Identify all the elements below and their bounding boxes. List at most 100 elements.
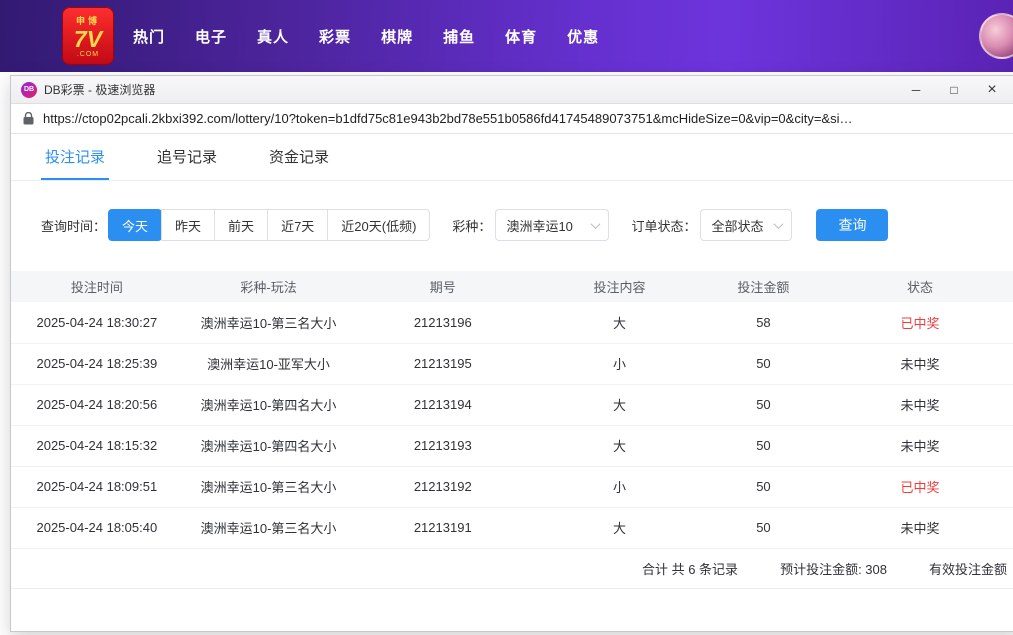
tab-bar: 投注记录 追号记录 资金记录 xyxy=(11,134,1013,181)
cell-time: 2025-04-24 18:05:40 xyxy=(11,507,183,548)
cell-content: 小 xyxy=(531,343,708,384)
filter-row: 查询时间： 今天 昨天 前天 近7天 近20天(低频) 彩种： 澳洲幸运10 订… xyxy=(41,209,1013,241)
cell-issue: 21213192 xyxy=(354,466,531,507)
time-filter-label: 查询时间： xyxy=(41,216,106,235)
screen: 申博 7V .COM 热门 电子 真人 彩票 棋牌 捕鱼 体育 优惠 DB DB… xyxy=(0,0,1013,635)
cell-time: 2025-04-24 18:30:27 xyxy=(11,302,183,343)
cell-status: 未中奖 xyxy=(819,425,1013,466)
cell-amount: 58 xyxy=(708,302,819,343)
table-row: 2025-04-24 18:05:40 澳洲幸运10-第三名大小 2121319… xyxy=(11,507,1013,548)
minimize-button[interactable]: ─ xyxy=(897,76,935,103)
lottery-filter-label: 彩种： xyxy=(452,216,491,235)
site-header: 申博 7V .COM 热门 电子 真人 彩票 棋牌 捕鱼 体育 优惠 xyxy=(0,0,1013,72)
status-filter-label: 订单状态： xyxy=(631,216,696,235)
time-filter-last20[interactable]: 近20天(低频) xyxy=(327,209,430,241)
table-header-row: 投注时间 彩种-玩法 期号 投注内容 投注金额 状态 xyxy=(11,271,1013,302)
logo-top-text: 申博 xyxy=(76,14,100,27)
cell-game: 澳洲幸运10-第四名大小 xyxy=(183,425,355,466)
nav-item-lottery[interactable]: 彩票 xyxy=(319,26,351,47)
nav-item-slots[interactable]: 电子 xyxy=(195,26,227,47)
cell-time: 2025-04-24 18:20:56 xyxy=(11,384,183,425)
tab-chase-records[interactable]: 追号记录 xyxy=(153,134,221,180)
cell-amount: 50 xyxy=(708,343,819,384)
cell-amount: 50 xyxy=(708,384,819,425)
cell-time: 2025-04-24 18:09:51 xyxy=(11,466,183,507)
cell-game: 澳洲幸运10-亚军大小 xyxy=(183,343,355,384)
avatar[interactable] xyxy=(979,13,1013,59)
url-bar[interactable]: https://ctop02pcali.2kbxi392.com/lottery… xyxy=(11,104,1013,134)
url-text[interactable]: https://ctop02pcali.2kbxi392.com/lottery… xyxy=(43,111,1009,126)
cell-content: 小 xyxy=(531,466,708,507)
cell-status: 未中奖 xyxy=(819,384,1013,425)
chevron-down-icon xyxy=(774,219,784,229)
time-filter-today[interactable]: 今天 xyxy=(108,209,162,241)
cell-game: 澳洲幸运10-第三名大小 xyxy=(183,466,355,507)
lottery-select-value: 澳洲幸运10 xyxy=(506,216,572,235)
summary-total: 合计 共 6 条记录 xyxy=(642,559,738,578)
cell-time: 2025-04-24 18:25:39 xyxy=(11,343,183,384)
cell-content: 大 xyxy=(531,384,708,425)
cell-status: 已中奖 xyxy=(819,302,1013,343)
cell-issue: 21213195 xyxy=(354,343,531,384)
table-row: 2025-04-24 18:09:51 澳洲幸运10-第三名大小 2121319… xyxy=(11,466,1013,507)
window-titlebar[interactable]: DB DB彩票 - 极速浏览器 ─ □ × xyxy=(11,76,1013,104)
cell-time: 2025-04-24 18:15:32 xyxy=(11,425,183,466)
cell-issue: 21213194 xyxy=(354,384,531,425)
cell-issue: 21213193 xyxy=(354,425,531,466)
col-header-status: 状态 xyxy=(819,271,1013,302)
cell-amount: 50 xyxy=(708,425,819,466)
logo-bottom-text: .COM xyxy=(77,51,99,58)
cell-status: 已中奖 xyxy=(819,466,1013,507)
time-filter-day-before[interactable]: 前天 xyxy=(214,209,268,241)
close-button[interactable]: × xyxy=(973,76,1011,103)
tab-bet-records[interactable]: 投注记录 xyxy=(41,134,109,180)
nav-item-sports[interactable]: 体育 xyxy=(505,26,537,47)
window-controls: ─ □ × xyxy=(897,76,1013,103)
cell-game: 澳洲幸运10-第三名大小 xyxy=(183,507,355,548)
col-header-time: 投注时间 xyxy=(11,271,183,302)
cell-amount: 50 xyxy=(708,507,819,548)
cell-status: 未中奖 xyxy=(819,507,1013,548)
cell-content: 大 xyxy=(531,302,708,343)
cell-issue: 21213196 xyxy=(354,302,531,343)
status-select-value: 全部状态 xyxy=(711,216,763,235)
app-icon: DB xyxy=(21,82,37,98)
nav-item-board[interactable]: 棋牌 xyxy=(381,26,413,47)
cell-game: 澳洲幸运10-第四名大小 xyxy=(183,384,355,425)
site-nav: 热门 电子 真人 彩票 棋牌 捕鱼 体育 优惠 xyxy=(133,0,599,72)
cell-amount: 50 xyxy=(708,466,819,507)
summary-valid: 有效投注金额 xyxy=(929,559,1007,578)
time-filter-group: 今天 昨天 前天 近7天 近20天(低频) xyxy=(108,209,430,241)
cell-content: 大 xyxy=(531,507,708,548)
col-header-content: 投注内容 xyxy=(531,271,708,302)
cell-issue: 21213191 xyxy=(354,507,531,548)
window-title: DB彩票 - 极速浏览器 xyxy=(44,81,155,98)
time-filter-last7[interactable]: 近7天 xyxy=(267,209,328,241)
col-header-game: 彩种-玩法 xyxy=(183,271,355,302)
cell-content: 大 xyxy=(531,425,708,466)
page-content: 投注记录 追号记录 资金记录 查询时间： 今天 昨天 前天 近7天 近20天(低… xyxy=(11,134,1013,631)
search-button[interactable]: 查询 xyxy=(816,209,888,241)
cell-status: 未中奖 xyxy=(819,343,1013,384)
chevron-down-icon xyxy=(591,219,601,229)
table-row: 2025-04-24 18:30:27 澳洲幸运10-第三名大小 2121319… xyxy=(11,302,1013,343)
maximize-button[interactable]: □ xyxy=(935,76,973,103)
nav-item-hot[interactable]: 热门 xyxy=(133,26,165,47)
nav-item-fishing[interactable]: 捕鱼 xyxy=(443,26,475,47)
tab-fund-records[interactable]: 资金记录 xyxy=(265,134,333,180)
summary-expected: 预计投注金额: 308 xyxy=(780,559,887,578)
nav-item-promo[interactable]: 优惠 xyxy=(567,26,599,47)
site-logo[interactable]: 申博 7V .COM xyxy=(62,7,114,65)
cell-game: 澳洲幸运10-第三名大小 xyxy=(183,302,355,343)
records-table: 投注时间 彩种-玩法 期号 投注内容 投注金额 状态 2025-04-24 18… xyxy=(11,271,1013,549)
table-row: 2025-04-24 18:15:32 澳洲幸运10-第四名大小 2121319… xyxy=(11,425,1013,466)
browser-window: DB DB彩票 - 极速浏览器 ─ □ × https://ctop02pcal… xyxy=(10,75,1013,632)
col-header-issue: 期号 xyxy=(354,271,531,302)
table-row: 2025-04-24 18:20:56 澳洲幸运10-第四名大小 2121319… xyxy=(11,384,1013,425)
logo-main-text: 7V xyxy=(74,27,102,51)
time-filter-yesterday[interactable]: 昨天 xyxy=(161,209,215,241)
lottery-select[interactable]: 澳洲幸运10 xyxy=(495,209,609,241)
nav-item-live[interactable]: 真人 xyxy=(257,26,289,47)
table-row: 2025-04-24 18:25:39 澳洲幸运10-亚军大小 21213195… xyxy=(11,343,1013,384)
status-select[interactable]: 全部状态 xyxy=(700,209,792,241)
